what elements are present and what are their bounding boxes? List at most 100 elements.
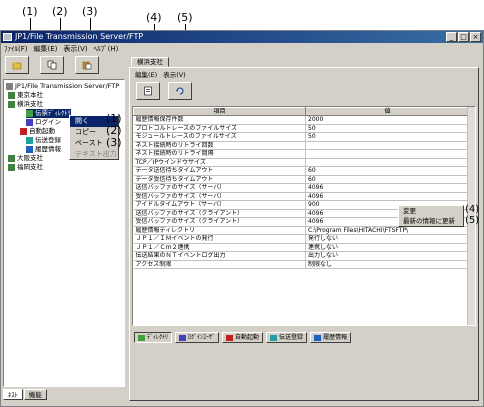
main-toolbar [5,56,99,76]
history-icon [26,146,33,153]
open-button[interactable] [5,56,29,74]
refresh-button[interactable] [168,82,192,100]
menu-view[interactable]: 表示(V) [60,44,90,55]
cell-item: ネスト接続時のリトライ間隔 [133,149,306,159]
detail-menu-edit[interactable]: 編集(E) [132,70,160,80]
cell-item: 受信バッファのサイズ（サーバ） [133,192,306,201]
cell-value: 2000 [305,115,470,125]
cell-value: 50 [305,132,470,142]
cell-item: プロトコルトレースのファイルサイズ [133,124,306,133]
ctx-marker-1: (1) [106,112,122,125]
table-row[interactable]: ＪＰ１／Ｃｍ２連携 連携しない [133,243,470,252]
autostart-icon [226,334,234,341]
tree-node-transfer[interactable]: 伝送登録 [26,136,61,145]
column-header-value[interactable]: 値 [305,107,470,116]
tab-yokohama[interactable]: 横浜支社 [131,57,169,67]
table-row[interactable]: プロトコルトレースのファイルサイズ 50 [133,124,470,133]
callout-1: (1) [22,5,38,18]
cell-value: 4096 [305,183,470,193]
table-row[interactable]: アクセス制限 制限なし [133,260,470,269]
detail-menu-bar: 編集(E) 表示(V) [132,70,189,80]
transfer-icon [270,334,278,341]
copy-icon [47,60,57,70]
menu-help[interactable]: ﾍﾙﾌﾟ(H) [91,44,122,55]
table-row[interactable]: モジュールトレースのファイルサイズ 50 [133,132,470,142]
tree-node-yokohama[interactable]: 横浜支社 [8,100,43,109]
menu-edit[interactable]: 編集(E) [31,44,61,55]
tree-node-directory[interactable]: 伝票ﾃﾞｨﾚｸﾄﾘ [26,109,71,118]
cell-item: データ受信待ちタイムアウト [133,175,306,184]
detail-panel: 編集(E) 表示(V) 項目 値 履歴情報保存件数 2000 プロトコルトレース… [129,67,479,401]
cell-value [305,158,470,167]
computer-icon [6,83,13,90]
tree-node-autostart[interactable]: 自動起動 [20,127,55,136]
detail-menu-view[interactable]: 表示(V) [160,70,189,80]
tree-node-tokyo[interactable]: 東京本社 [8,91,43,100]
button-history[interactable]: 履歴情報 [310,332,352,343]
cell-item: 送信バッファのサイズ（クライアント） [133,209,306,218]
tree-node-history[interactable]: 履歴情報 [26,145,61,154]
table-context-menu: 変更 最新の情報に更新 [398,205,464,227]
button-transfer[interactable]: 伝送登録 [266,332,308,343]
table-row[interactable]: TCP／IPウインドウサイズ [133,158,470,167]
tree-node-login[interactable]: ログイン [26,118,61,127]
cell-item: 伝送結果のＮＴイベントログ出力 [133,251,306,261]
ctx-change[interactable]: 変更 [399,206,463,216]
cell-value: 制限なし [305,260,470,269]
server-icon [8,101,15,108]
button-autostart[interactable]: 自動起動 [222,332,264,343]
properties-icon [144,86,152,96]
server-icon [8,164,15,171]
button-login-user[interactable]: ﾛｸﾞｲﾝﾕｰｻﾞ [175,332,220,343]
cell-item: TCP／IPウインドウサイズ [133,158,306,167]
menu-file[interactable]: ﾌｧｲﾙ(F) [1,44,31,55]
cell-item: ＪＰ１／Ｃｍ２連携 [133,243,306,252]
ctx-marker-3: (3) [106,136,122,149]
callout-5: (5) [177,11,193,24]
tab-nest[interactable]: ﾈｽﾄ [3,389,23,400]
parameter-table: 項目 値 履歴情報保存件数 2000 プロトコルトレースのファイルサイズ 50 モジュー… [133,107,470,269]
ctx-marker-5: (5) [465,215,480,226]
cell-item: アイドルタイムアウト（サーバ） [133,200,306,210]
maximize-button[interactable]: □ [458,32,469,42]
change-button[interactable] [136,82,160,100]
cell-item: データ送信待ちタイムアウト [133,166,306,176]
table-row[interactable]: 履歴情報ディレクトリ C:\Program Files\HITACHI\FTSFT… [133,226,470,235]
cell-item: 送信バッファのサイズ（サーバ） [133,183,306,193]
column-header-item[interactable]: 項目 [133,107,306,116]
tab-function[interactable]: 機能 [23,389,47,400]
table-row[interactable]: 送信バッファのサイズ（サーバ） 4096 [133,183,470,193]
minimize-button[interactable]: _ [446,32,457,42]
cell-item: ＪＰ１／ＩＭイベントの発行 [133,234,306,244]
cell-value: 60 [305,175,470,184]
ctx-text-output[interactable]: テキスト出力 [70,149,118,160]
ctx-marker-4: (4) [465,204,480,215]
copy-button[interactable] [40,56,64,74]
table-row[interactable]: ネスト接続時のリトライ間隔 [133,149,470,159]
user-icon [26,119,33,126]
table-row[interactable]: ネスト接続時のリトライ回数 [133,141,470,150]
cell-value: 4096 [305,192,470,201]
tree-root[interactable]: JP1/File Transmission Server/FTP [6,82,119,91]
refresh-icon [176,87,184,95]
table-row[interactable]: データ受信待ちタイムアウト 60 [133,175,470,184]
close-button[interactable]: × [470,32,481,42]
detail-pane: 横浜支社 編集(E) 表示(V) 項目 値 履歴情報保存件数 2000 プロトコ… [127,55,481,401]
cell-value: C:\Program Files\HITACHI\FTSFTP\ [305,226,470,235]
cell-value: 発行しない [305,234,470,244]
cell-value: 連携しない [305,243,470,252]
tree-node-osaka[interactable]: 大阪支社 [8,154,43,163]
button-directory[interactable]: ﾃﾞｨﾚｸﾄﾘ [134,332,173,343]
history-icon [314,334,322,341]
table-row[interactable]: 伝送結果のＮＴイベントログ出力 出力しない [133,251,470,261]
ctx-refresh[interactable]: 最新の情報に更新 [399,216,463,226]
table-row[interactable]: データ送信待ちタイムアウト 60 [133,166,470,176]
cell-value: 60 [305,166,470,176]
tree-node-fukuoka[interactable]: 福岡支社 [8,163,43,172]
paste-button[interactable] [75,56,99,74]
table-row[interactable]: 受信バッファのサイズ（サーバ） 4096 [133,192,470,201]
cell-item: 受信バッファのサイズ（クライアント） [133,217,306,227]
table-row[interactable]: 履歴情報保存件数 2000 [133,115,470,125]
user-icon [179,334,187,341]
table-row[interactable]: ＪＰ１／ＩＭイベントの発行 発行しない [133,234,470,244]
